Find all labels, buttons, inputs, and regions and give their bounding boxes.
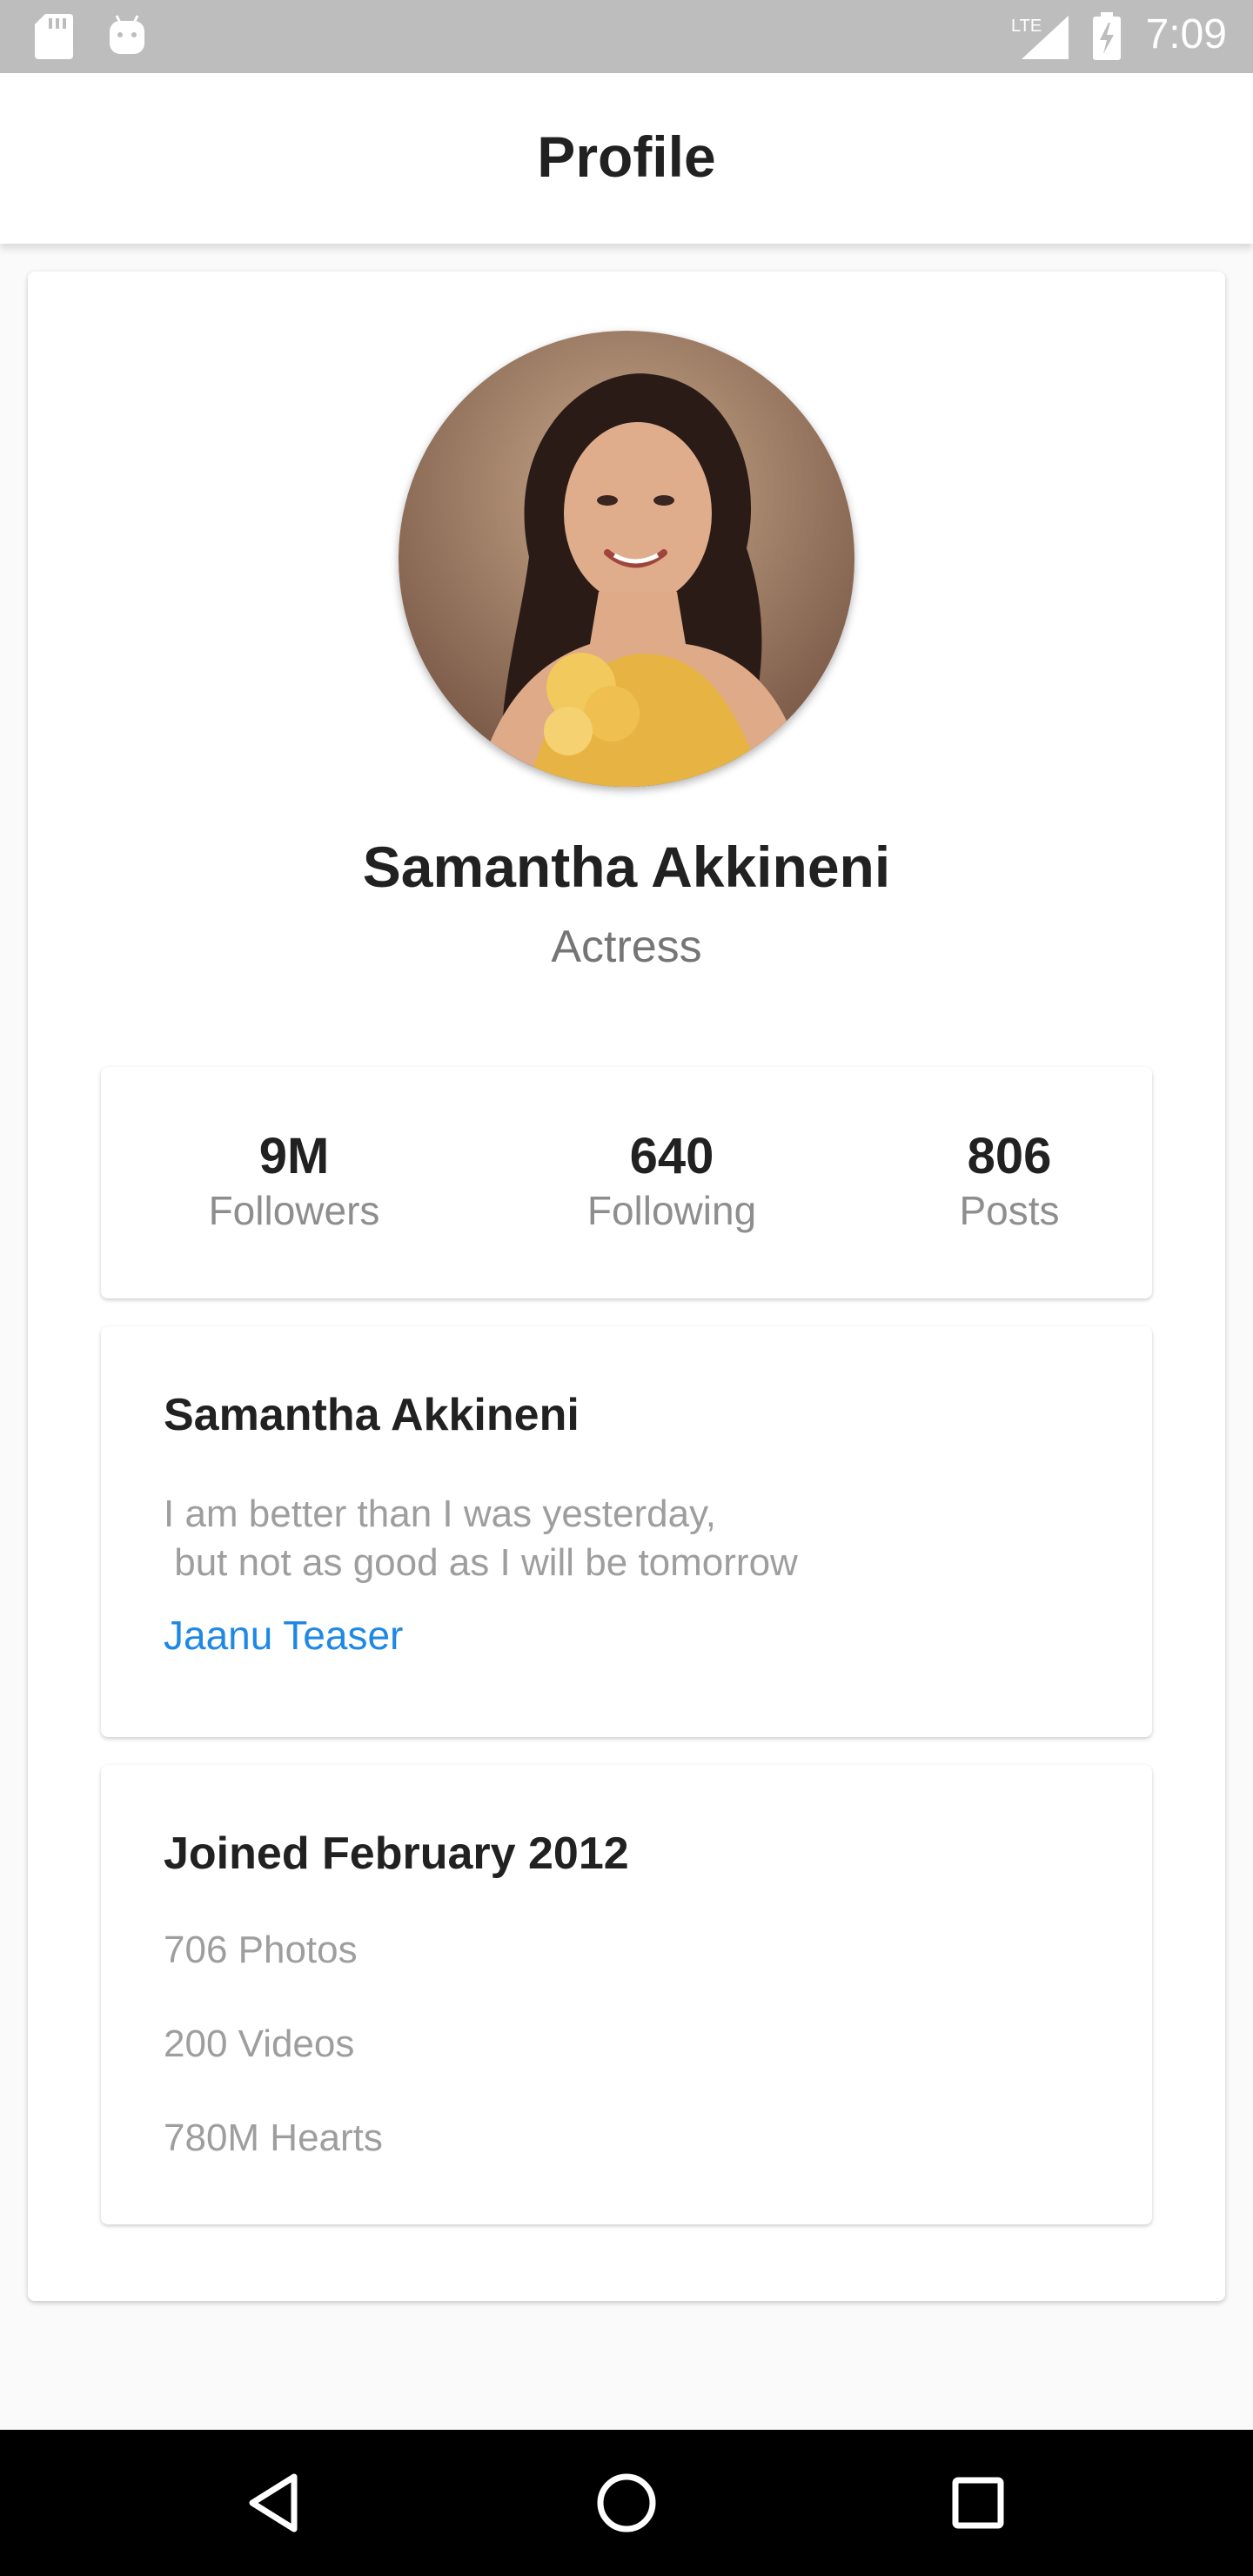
bio-link[interactable]: Jaanu Teaser [164, 1612, 403, 1659]
app-bar: Profile [0, 73, 1253, 244]
stat-label: Posts [959, 1188, 1060, 1233]
lte-signal-icon: LTE [1009, 12, 1070, 65]
stat-label: Following [586, 1188, 757, 1233]
navigation-bar [0, 2430, 1253, 2576]
android-icon [108, 14, 146, 60]
bio-card: Samantha Akkineni I am better than I was… [101, 1326, 1152, 1737]
status-time: 7:09 [1145, 11, 1227, 57]
joined-heading: Joined February 2012 [164, 1828, 629, 1879]
joined-card: Joined February 2012 706 Photos 200 Vide… [101, 1765, 1152, 2224]
joined-item-photos: 706 Photos [164, 1929, 358, 1971]
joined-item-videos: 200 Videos [164, 2023, 355, 2065]
avatar [399, 331, 854, 787]
battery-charging-icon [1091, 12, 1122, 65]
stat-posts[interactable]: 806 Posts [931, 1128, 1088, 1236]
stat-value: 9M [258, 1128, 330, 1184]
stats-card: 9M Followers 640 Following 806 Posts [101, 1067, 1152, 1298]
profile-role: Actress [551, 922, 702, 972]
status-bar: LTE 7:09 [0, 0, 1253, 73]
svg-text:LTE: LTE [1011, 17, 1042, 36]
sd-card-icon [35, 14, 73, 64]
stat-value: 806 [967, 1128, 1052, 1184]
back-icon[interactable] [237, 2465, 313, 2541]
stat-followers[interactable]: 9M Followers [198, 1128, 390, 1236]
stat-value: 640 [629, 1128, 714, 1184]
profile-name: Samantha Akkineni [362, 835, 891, 899]
bio-heading: Samantha Akkineni [164, 1390, 580, 1440]
page-title: Profile [537, 124, 716, 189]
home-icon[interactable] [588, 2465, 665, 2541]
stat-label: Followers [208, 1188, 380, 1233]
joined-item-hearts: 780M Hearts [164, 2116, 383, 2159]
bio-text: I am better than I was yesterday, but no… [164, 1493, 798, 1584]
stat-following[interactable]: 640 Following [567, 1128, 776, 1236]
profile-card: Samantha Akkineni Actress 9M Followers 6… [28, 272, 1225, 2301]
recents-icon[interactable] [940, 2465, 1016, 2541]
